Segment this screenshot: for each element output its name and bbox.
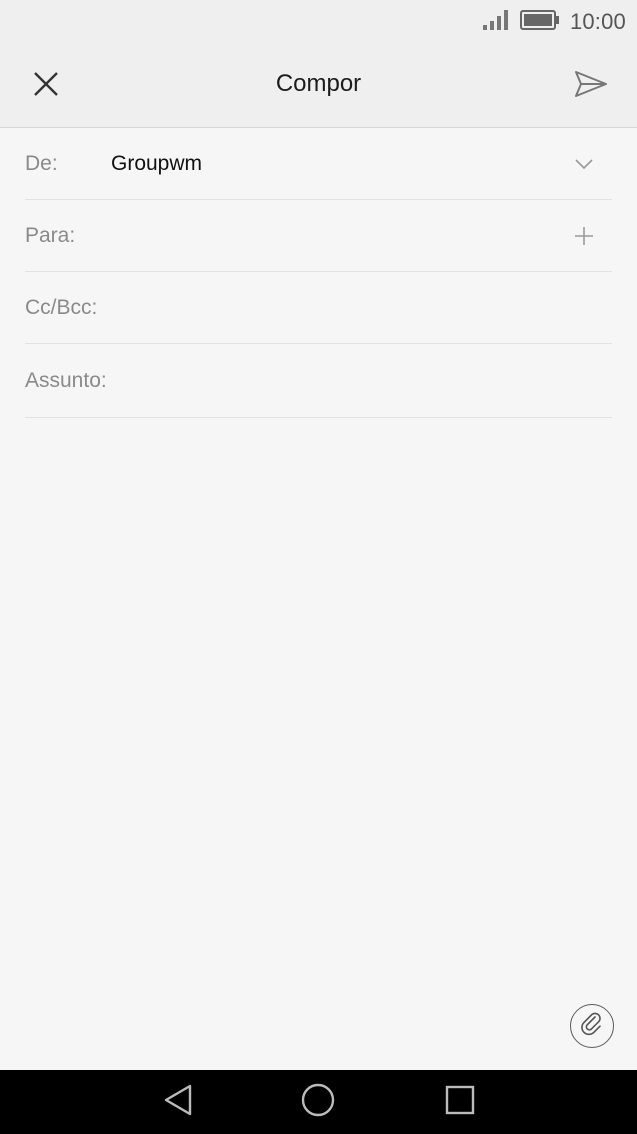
subject-input[interactable] (130, 359, 604, 402)
back-button[interactable] (158, 1082, 198, 1122)
cc-bcc-row: Cc/Bcc: (25, 272, 612, 344)
to-label: Para: (25, 223, 76, 247)
cc-bcc-input[interactable] (120, 286, 604, 329)
navigation-bar (0, 1070, 637, 1134)
home-icon (300, 1082, 336, 1123)
cc-bcc-label: Cc/Bcc: (25, 295, 98, 319)
attach-button[interactable] (570, 1004, 614, 1048)
status-bar: 10:00 (0, 0, 637, 44)
add-icon[interactable] (570, 222, 598, 250)
subject-label: Assunto: (25, 368, 107, 392)
page-title: Compor (275, 70, 362, 97)
back-icon (162, 1083, 194, 1122)
compose-fields: De: Groupwm Para: Cc/Bcc: Assunto: (25, 128, 612, 418)
paperclip-icon (579, 1011, 605, 1042)
status-icons: 10:00 (482, 8, 626, 36)
from-label: De: (25, 151, 58, 175)
to-row: Para: (25, 200, 612, 272)
signal-icon (482, 9, 510, 36)
to-input[interactable] (95, 214, 559, 257)
status-time: 10:00 (569, 9, 626, 34)
from-value[interactable]: Groupwm (111, 152, 202, 176)
chevron-down-icon[interactable] (570, 150, 598, 178)
battery-icon (519, 9, 560, 36)
app-bar: Compor (0, 44, 637, 128)
send-icon (573, 69, 609, 104)
compose-screen: 10:00 Compor De: Groupwm Para: Cc/Bcc: A… (0, 0, 637, 1134)
recents-button[interactable] (440, 1082, 480, 1122)
home-button[interactable] (298, 1082, 338, 1122)
subject-row: Assunto: (25, 344, 612, 418)
from-row[interactable]: De: Groupwm (25, 128, 612, 200)
message-body[interactable] (25, 420, 616, 984)
send-button[interactable] (567, 62, 615, 110)
recents-icon (444, 1084, 476, 1121)
